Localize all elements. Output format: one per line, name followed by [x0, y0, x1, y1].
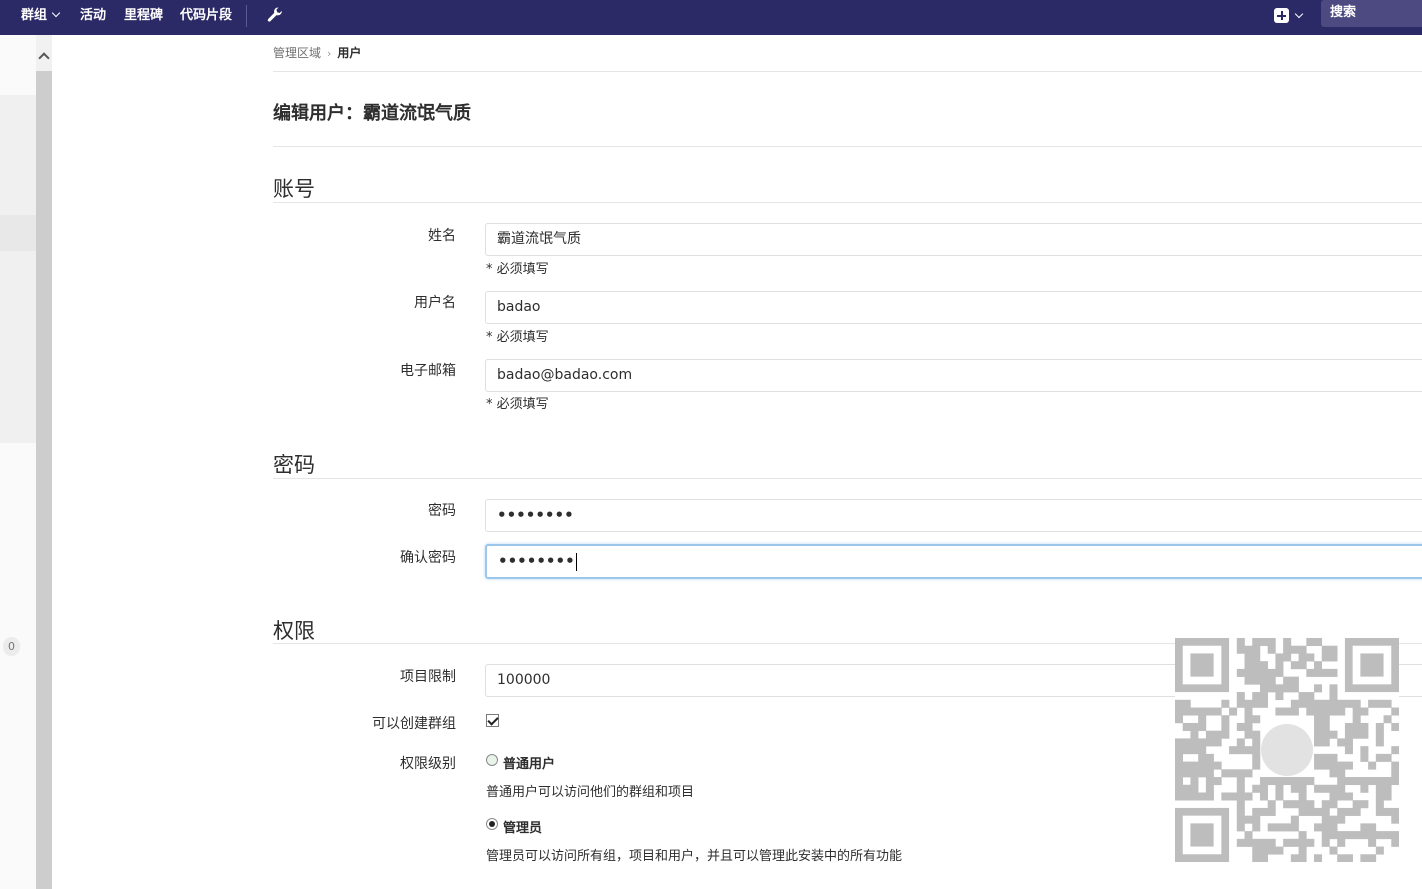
- breadcrumb-admin-area[interactable]: 管理区域: [273, 46, 321, 60]
- breadcrumb-users[interactable]: 用户: [337, 46, 361, 60]
- section-title-permissions: 权限: [273, 619, 315, 643]
- page-title: 编辑用户：霸道流氓气质: [273, 103, 471, 124]
- access-level-regular-radio[interactable]: [486, 754, 498, 766]
- wrench-icon[interactable]: [265, 6, 283, 24]
- chevron-down-icon: [1294, 9, 1304, 19]
- password-label: 密码: [428, 503, 456, 519]
- chevron-down-icon: [51, 8, 61, 18]
- username-label: 用户名: [414, 295, 456, 311]
- access-level-label: 权限级别: [400, 756, 456, 772]
- access-level-regular-description: 普通用户可以访问他们的群组和项目: [486, 785, 695, 800]
- can-create-group-checkbox[interactable]: [486, 714, 499, 727]
- confirm-password-value: ••••••••: [498, 552, 575, 570]
- divider: [273, 146, 1422, 147]
- divider: [273, 478, 1422, 479]
- access-level-admin-label[interactable]: 管理员: [503, 817, 542, 836]
- section-title-account: 账号: [273, 177, 315, 201]
- search-input[interactable]: 搜索: [1321, 0, 1422, 27]
- password-field[interactable]: ••••••••: [485, 499, 1422, 532]
- can-create-group-label: 可以创建群组: [372, 716, 456, 732]
- sidebar-scrollbar[interactable]: [36, 35, 52, 889]
- breadcrumb-separator: ›: [327, 47, 332, 60]
- confirm-password-label: 确认密码: [400, 550, 456, 566]
- sidebar: 0: [0, 35, 52, 889]
- access-level-regular-label[interactable]: 普通用户: [503, 753, 555, 772]
- nav-divider: [246, 5, 247, 27]
- section-title-password: 密码: [273, 453, 315, 477]
- nav-snippets[interactable]: 代码片段: [180, 0, 232, 35]
- sidebar-active-item[interactable]: [0, 215, 36, 251]
- plus-square-icon: [1274, 8, 1289, 23]
- nav-groups-label: 群组: [21, 8, 48, 23]
- sidebar-count-badge: 0: [3, 637, 20, 656]
- name-field[interactable]: 霸道流氓气质: [485, 223, 1422, 256]
- divider: [273, 202, 1422, 203]
- confirm-password-field[interactable]: ••••••••: [485, 544, 1422, 579]
- email-field[interactable]: badao@badao.com: [485, 359, 1422, 392]
- access-level-admin-description: 管理员可以访问所有组，项目和用户，并且可以管理此安装中的所有功能: [486, 849, 903, 864]
- top-navbar: 群组 活动 里程碑 代码片段 搜索: [0, 0, 1422, 35]
- email-label: 电子邮箱: [400, 363, 456, 379]
- required-hint: * 必须填写: [486, 397, 549, 412]
- access-level-admin-radio[interactable]: [486, 818, 498, 830]
- nav-groups-dropdown[interactable]: 群组: [21, 0, 61, 35]
- text-caret: [575, 552, 577, 571]
- name-label: 姓名: [428, 228, 456, 244]
- project-limit-label: 项目限制: [400, 669, 456, 685]
- divider: [273, 71, 1422, 72]
- sidebar-panel: [0, 95, 36, 443]
- new-item-dropdown[interactable]: [1274, 8, 1308, 24]
- nav-activity[interactable]: 活动: [80, 0, 106, 35]
- username-field[interactable]: badao: [485, 291, 1422, 324]
- nav-milestones[interactable]: 里程碑: [124, 0, 163, 35]
- breadcrumb: 管理区域 › 用户: [273, 44, 361, 64]
- required-hint: * 必须填写: [486, 330, 549, 345]
- qr-code-image: [1175, 638, 1399, 862]
- required-hint: * 必须填写: [486, 262, 549, 277]
